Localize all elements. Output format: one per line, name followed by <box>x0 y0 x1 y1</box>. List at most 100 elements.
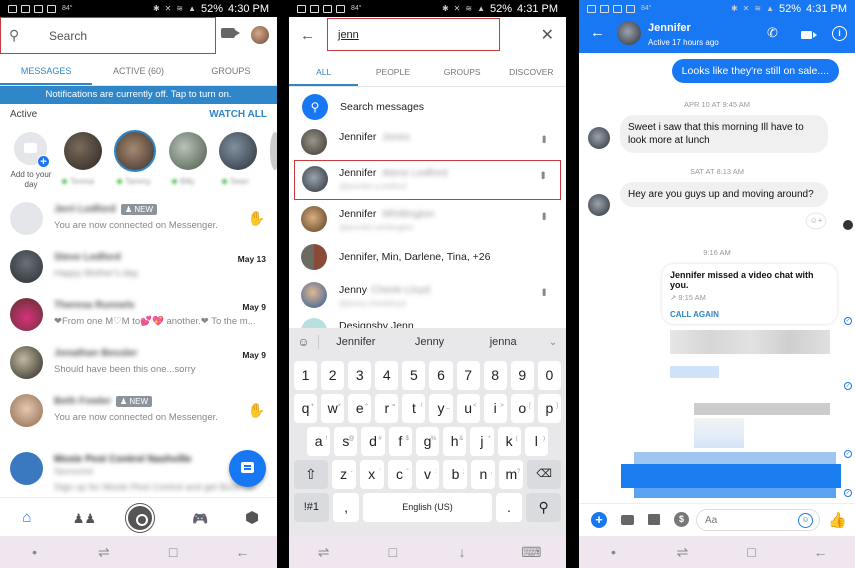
symbols-key[interactable]: !#1 <box>294 493 329 522</box>
tab-messages[interactable]: MESSAGES <box>0 56 93 85</box>
letter-key[interactable]: w × <box>321 394 345 423</box>
watch-all-link[interactable]: WATCH ALL <box>209 109 267 120</box>
info-icon[interactable]: i <box>832 26 847 41</box>
gallery-icon[interactable] <box>648 514 660 525</box>
letter-key[interactable]: k( <box>497 427 521 456</box>
letter-key[interactable]: x ' <box>359 460 384 489</box>
suggestion[interactable]: jenna <box>466 336 540 348</box>
story-avatar[interactable] <box>270 132 277 170</box>
suggestion[interactable]: Jenny <box>393 336 467 348</box>
backspace-key[interactable]: ⌫ <box>527 460 561 489</box>
letter-key[interactable]: u < <box>456 394 480 423</box>
number-key[interactable]: 8 <box>483 361 507 390</box>
search-result-group[interactable]: Jennifer, Min, Darlene, Tina, +26 <box>289 240 566 278</box>
letter-key[interactable]: h & <box>443 427 467 456</box>
period-key[interactable]: . <box>495 493 523 522</box>
conversation-row[interactable]: Theresa Runnels ❤From one M♡M to💕💖 anoth… <box>0 292 277 340</box>
notifications-off-banner[interactable]: Notifications are currently off. Tap to … <box>0 86 277 104</box>
story-avatar[interactable] <box>169 132 207 170</box>
new-video-call-icon[interactable] <box>221 28 240 38</box>
more-options-icon[interactable]: ••• <box>537 212 551 219</box>
comma-key[interactable]: , <box>332 493 360 522</box>
add-reaction-icon[interactable]: ☺+ <box>807 214 825 228</box>
tab-groups[interactable]: GROUPS <box>185 56 277 85</box>
thumbs-up-icon[interactable]: 👍 <box>828 511 847 529</box>
letter-key[interactable]: p] <box>537 394 561 423</box>
tab-groups[interactable]: GROUPS <box>428 57 497 86</box>
letter-key[interactable]: m? <box>499 460 524 489</box>
more-options-icon[interactable]: ••• <box>537 135 551 142</box>
number-key[interactable]: 9 <box>510 361 534 390</box>
letter-key[interactable]: f $ <box>388 427 412 456</box>
more-options-icon[interactable]: ••• <box>537 288 551 295</box>
number-key[interactable]: 3 <box>348 361 372 390</box>
nav-dot-icon[interactable]: • <box>599 544 629 560</box>
back-arrow-icon[interactable]: ← <box>590 24 605 41</box>
games-tab-icon[interactable]: 🎮 <box>192 511 208 526</box>
camera-tab-icon[interactable] <box>126 503 155 532</box>
camera-icon[interactable] <box>621 515 634 525</box>
wave-icon[interactable]: ✋ <box>248 402 265 419</box>
letter-key[interactable]: v: <box>415 460 440 489</box>
incoming-message[interactable]: Sweet i saw that this morning Ill have t… <box>620 115 828 153</box>
search-result[interactable]: Jennifer Whittington @jennifer.whittingt… <box>289 202 566 240</box>
phone-call-icon[interactable]: ✆ <box>767 25 778 41</box>
hide-keyboard-icon[interactable]: ↓ <box>447 544 477 560</box>
new-message-button[interactable] <box>229 450 266 487</box>
recent-apps-icon[interactable]: ⇌ <box>89 544 119 561</box>
home-button-icon[interactable]: □ <box>158 544 188 560</box>
letter-key[interactable]: g% <box>415 427 440 456</box>
tab-active[interactable]: ACTIVE (60) <box>92 56 184 85</box>
conversation-row[interactable]: Steve Ledford Happy Mother's day May 13 <box>0 244 277 292</box>
home-button-icon[interactable]: □ <box>737 544 767 560</box>
tab-discover[interactable]: DISCOVER <box>497 57 566 86</box>
letter-key[interactable]: y _ <box>429 394 453 423</box>
conversation-row[interactable]: Beth Fowler ♟ NEW You are now connected … <box>0 388 277 436</box>
number-key[interactable]: 1 <box>294 361 318 390</box>
emoji-icon[interactable]: ☺ <box>798 513 813 528</box>
payment-icon[interactable]: $ <box>674 512 689 527</box>
conversation-row[interactable]: Jonathan Bessler Should have been this o… <box>0 340 277 388</box>
clear-search-icon[interactable]: ✕ <box>541 25 554 45</box>
number-key[interactable]: 6 <box>429 361 453 390</box>
letter-key[interactable]: z- <box>331 460 356 489</box>
letter-key[interactable]: c " <box>387 460 412 489</box>
letter-key[interactable]: q + <box>294 394 318 423</box>
story-avatar[interactable] <box>219 132 257 170</box>
space-key[interactable]: English (US) <box>363 493 492 522</box>
search-messages-row[interactable]: ⚲ Search messages <box>289 90 566 124</box>
search-key[interactable]: ⚲ <box>526 493 562 522</box>
letter-key[interactable]: n, <box>471 460 496 489</box>
tab-all[interactable]: ALL <box>289 57 359 86</box>
contact-avatar[interactable] <box>617 21 641 45</box>
tab-people[interactable]: PEOPLE <box>358 57 427 86</box>
back-icon[interactable]: ← <box>806 544 836 560</box>
recent-apps-icon[interactable]: ⇌ <box>309 544 339 561</box>
search-result[interactable]: Jenny Cheek-Lloyd @jenny.cheeklloyd ••• <box>289 278 566 316</box>
chevron-down-icon[interactable]: ⌄ <box>540 337 566 348</box>
shift-key[interactable]: ⇧ <box>294 460 328 489</box>
keyboard-icon[interactable]: ⌨ <box>516 544 546 561</box>
letter-key[interactable]: r = <box>375 394 399 423</box>
message-input[interactable]: Aa ☺ <box>696 509 820 531</box>
recent-apps-icon[interactable]: ⇌ <box>668 544 698 561</box>
story-avatar[interactable] <box>64 132 102 170</box>
letter-key[interactable]: i > <box>483 394 507 423</box>
letter-key[interactable]: l) <box>524 427 548 456</box>
people-tab-icon[interactable]: ♟♟ <box>73 511 96 526</box>
number-key[interactable]: 7 <box>456 361 480 390</box>
story-avatar[interactable] <box>114 130 156 172</box>
profile-avatar[interactable] <box>251 26 269 44</box>
back-arrow-icon[interactable]: ← <box>300 27 315 44</box>
discover-tab-icon[interactable] <box>246 511 259 524</box>
search-input[interactable]: jenn <box>327 18 500 51</box>
more-options-icon[interactable]: ••• <box>536 171 550 178</box>
letter-key[interactable]: o[ <box>510 394 534 423</box>
home-tab-icon[interactable]: ⌂ <box>19 510 35 525</box>
conversation-row[interactable]: Jerri Ledford ♟ NEW You are now connecte… <box>0 196 277 244</box>
letter-key[interactable]: t / <box>402 394 426 423</box>
plus-icon[interactable]: + <box>591 512 607 528</box>
search-box[interactable]: ⚲ Search <box>0 17 216 54</box>
letter-key[interactable]: e ÷ <box>348 394 372 423</box>
home-button-icon[interactable]: □ <box>378 544 408 560</box>
